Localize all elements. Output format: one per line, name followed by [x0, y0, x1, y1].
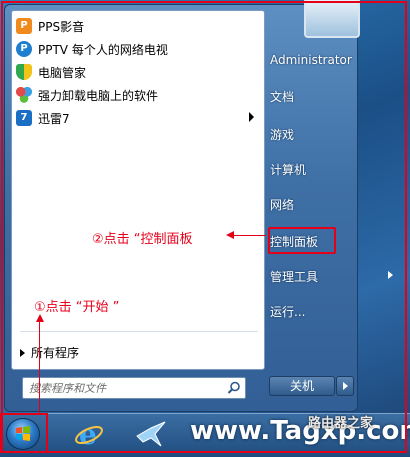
program-label: PPS影音	[38, 19, 85, 34]
annotation-arrow-line	[232, 235, 266, 236]
program-label: 迅雷7	[38, 111, 70, 126]
program-label: 电脑管家	[38, 65, 87, 80]
search-input[interactable]	[29, 380, 215, 396]
arrow-up-icon	[36, 314, 44, 322]
menu-item-label: 游戏	[270, 128, 295, 142]
menu-item-label: 网络	[270, 198, 295, 212]
menu-item-admin-tools[interactable]: 管理工具	[270, 268, 393, 285]
thunder-icon: 7	[16, 110, 32, 126]
pptv-icon: P	[16, 41, 32, 57]
shield-icon	[16, 64, 32, 80]
program-label: PPTV 每个人的网络电视	[38, 42, 168, 57]
program-pptv[interactable]: P PPTV 每个人的网络电视	[16, 38, 260, 60]
menu-item-label: Administrator	[270, 53, 352, 67]
search-icon[interactable]	[227, 381, 241, 395]
program-pps[interactable]: P PPS影音	[16, 15, 260, 37]
menu-item-run[interactable]: 运行...	[270, 303, 305, 320]
search-box[interactable]	[22, 377, 246, 399]
all-programs-button[interactable]: 所有程序	[20, 344, 79, 361]
menu-item-games[interactable]: 游戏	[270, 126, 294, 143]
uninstall-icon	[16, 87, 32, 103]
triangle-right-icon	[20, 348, 25, 357]
annotation-step1: ①点击 “开始 ”	[34, 300, 120, 315]
submenu-arrow-icon	[388, 271, 393, 279]
annotation-step2: ②点击 “控制面板	[92, 232, 193, 247]
divider	[20, 331, 258, 332]
menu-item-administrator[interactable]: Administrator	[270, 53, 352, 67]
arrow-left-icon	[226, 231, 234, 239]
menu-item-label: 运行...	[270, 305, 306, 319]
program-label: 强力卸载电脑上的软件	[38, 88, 159, 103]
menu-item-label: 文档	[270, 90, 295, 104]
program-thunder[interactable]: 7 迅雷7	[16, 107, 260, 129]
pps-icon: P	[16, 18, 32, 34]
watermark-brand: 路由器之家	[308, 416, 374, 431]
annotation-arrow-line	[39, 321, 40, 415]
programs-pane: P PPS影音 P PPTV 每个人的网络电视 电脑管家 强力卸载电脑上的软件 …	[11, 10, 265, 370]
program-pc-manager[interactable]: 电脑管家	[16, 61, 260, 83]
program-uninstall[interactable]: 强力卸载电脑上的软件	[16, 84, 260, 106]
shutdown-options-button[interactable]	[336, 376, 354, 396]
menu-item-network[interactable]: 网络	[270, 196, 294, 213]
start-button-highlight-box	[0, 413, 48, 453]
menu-item-label: 计算机	[270, 163, 307, 177]
user-picture[interactable]	[304, 0, 360, 38]
shutdown-button[interactable]: 关机	[269, 376, 335, 396]
svg-text:e: e	[79, 419, 97, 449]
menu-item-computer[interactable]: 计算机	[270, 161, 306, 178]
watermark-text: www.Tagxp.com	[190, 416, 410, 446]
control-panel-highlight-box	[268, 227, 336, 254]
internet-explorer-icon[interactable]: e	[74, 419, 104, 449]
submenu-arrow-icon	[249, 112, 254, 122]
menu-item-documents[interactable]: 文档	[270, 88, 294, 105]
menu-item-label: 管理工具	[270, 270, 319, 284]
thunder-bird-icon[interactable]	[135, 418, 167, 450]
